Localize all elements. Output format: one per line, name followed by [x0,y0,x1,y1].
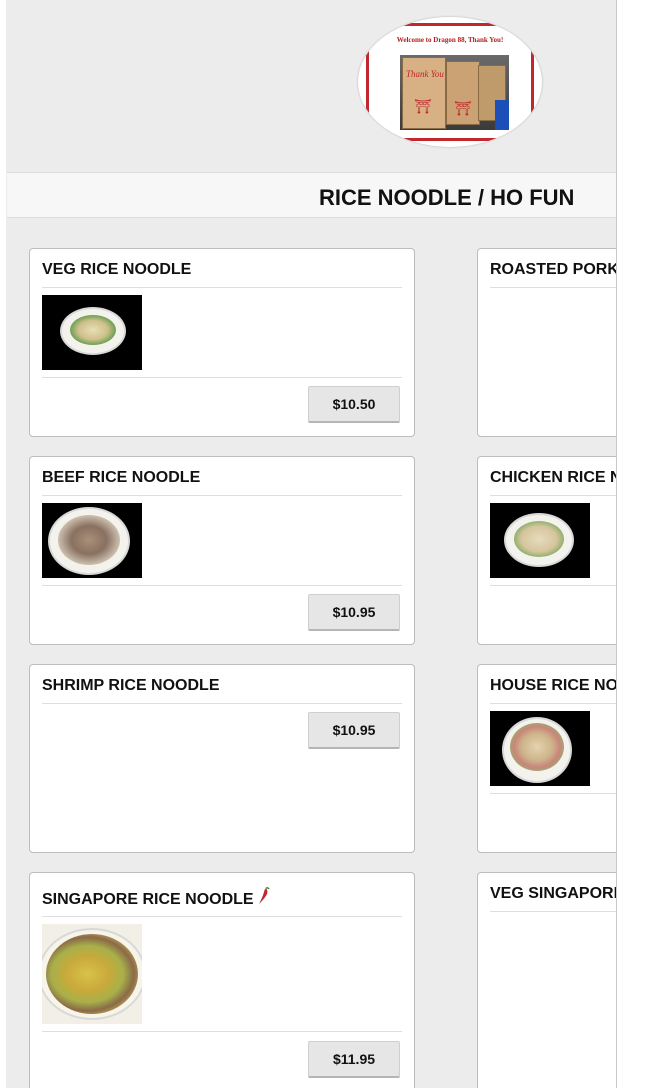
menu-item-name: SINGAPORE RICE NOODLE [42,891,254,908]
menu-item-photo[interactable] [490,711,590,786]
section-header: RICE NOODLE / HO FUN [7,172,616,218]
menu-item-card[interactable]: BEEF RICE NOODLE $10.95 [29,456,415,645]
divider [490,287,616,288]
divider [490,911,616,912]
price-button[interactable]: $10.95 [308,712,400,749]
menu-item-card[interactable]: VEG SINGAPORE RICE NOODLE [477,872,617,1088]
divider [490,793,616,794]
noodle-image [510,723,564,771]
pagoda-icon: ⛩ [414,98,432,114]
menu-item-card[interactable]: VEG RICE NOODLE $10.50 [29,248,415,437]
menu-item-name: CHICKEN RICE NOODLE [490,469,616,486]
menu-item-card[interactable]: SINGAPORE RICE NOODLE $11.95 [29,872,415,1088]
menu-item-card[interactable]: ROASTED PORK RICE NOODLE [477,248,617,437]
divider [42,287,402,288]
menu-item-name: ROASTED PORK RICE NOODLE [490,261,617,278]
pagoda-icon: ⛩ [454,100,472,116]
divider [42,916,402,917]
logo-welcome-text: Welcome to Dragon 88, Thank You! [396,36,504,44]
menu-viewport: Welcome to Dragon 88, Thank You! Thank Y… [6,0,617,1088]
menu-item-name: VEG RICE NOODLE [42,261,192,278]
divider [42,377,402,378]
price-button[interactable]: $10.95 [308,594,400,631]
divider [490,703,616,704]
menu-item-name: HOUSE RICE NOODLE [490,677,617,694]
menu-item-photo[interactable] [42,295,142,370]
restaurant-logo[interactable]: Welcome to Dragon 88, Thank You! Thank Y… [358,17,542,147]
logo-decor [495,100,509,130]
logo-photo: Thank You ⛩ ⛩ [400,55,509,130]
divider [42,585,402,586]
noodle-image [58,515,120,565]
noodle-image [46,934,138,1014]
menu-item-photo[interactable] [490,503,590,578]
menu-item-card[interactable]: SHRIMP RICE NOODLE $10.95 [29,664,415,853]
price-button[interactable]: $11.95 [308,1041,400,1078]
menu-item-card[interactable]: HOUSE RICE NOODLE [477,664,617,853]
section-title: RICE NOODLE / HO FUN [319,185,575,210]
divider [42,703,402,704]
menu-item-card[interactable]: CHICKEN RICE NOODLE [477,456,616,645]
chili-pepper-icon [259,887,270,904]
divider [42,1031,402,1032]
noodle-image [514,521,564,557]
divider [42,495,402,496]
price-button[interactable]: $10.50 [308,386,400,423]
menu-item-photo[interactable] [42,924,142,1024]
divider [490,495,616,496]
menu-item-photo[interactable] [42,503,142,578]
takeout-box [402,57,446,129]
menu-item-name: VEG SINGAPORE RICE NOODLE [490,885,617,902]
noodle-image [70,315,116,345]
menu-item-name: BEEF RICE NOODLE [42,469,201,486]
menu-item-name: SHRIMP RICE NOODLE [42,677,220,694]
logo-box-text: Thank You [406,69,444,79]
divider [490,585,616,586]
